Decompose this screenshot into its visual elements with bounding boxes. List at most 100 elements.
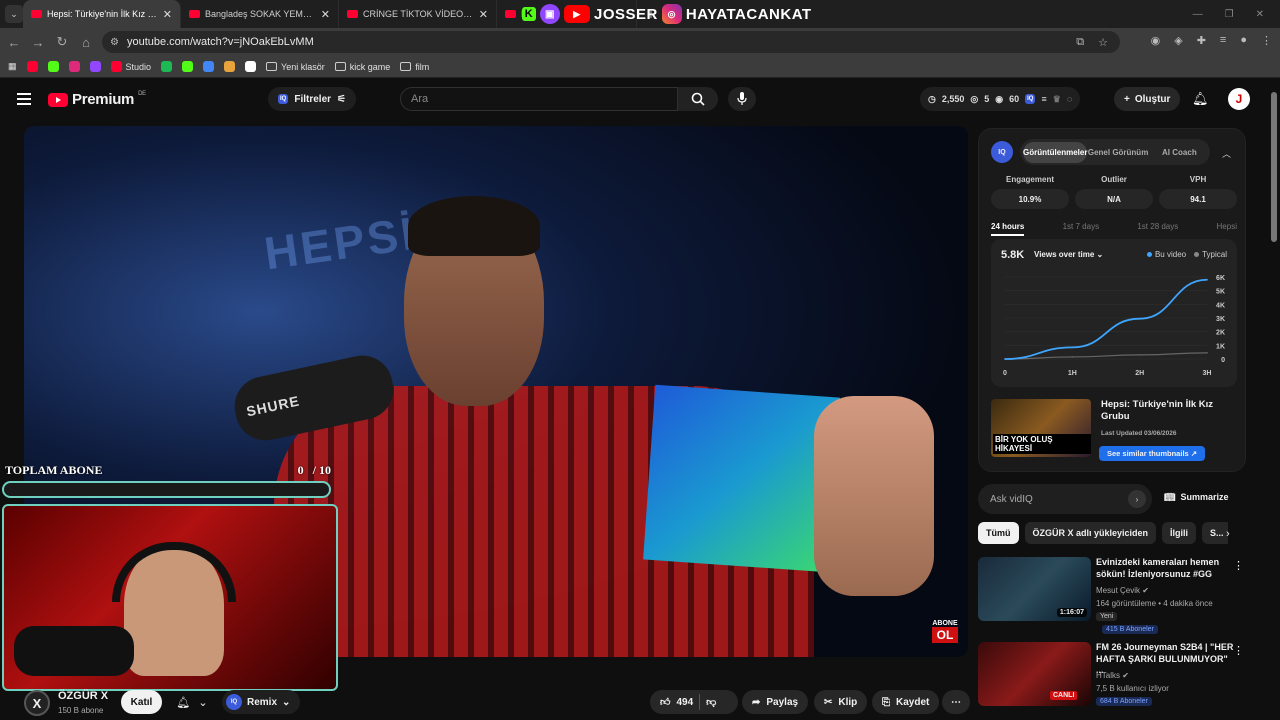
channel-name[interactable]: HTalks ✔ [1096,671,1129,680]
search-input[interactable]: Ara [400,87,678,111]
bookmark-folder[interactable]: kick game [334,62,390,72]
youtube-premium-logo[interactable]: Premium DE [48,91,146,108]
more-vert-icon[interactable]: ⋮ [1233,644,1244,657]
remix-button[interactable]: IQ Remix ⌄ [222,690,301,714]
bookmark-item[interactable] [161,61,173,72]
period-7d[interactable]: 1st 7 days [1063,222,1099,236]
search-button[interactable] [678,87,718,111]
chip-more[interactable]: S... [1202,522,1228,544]
close-tab-icon[interactable]: ✕ [163,8,172,21]
close-tab-icon[interactable]: ✕ [321,8,330,21]
video-title[interactable]: Evinizdeki kameraları hemen sökün! İzlen… [1096,557,1236,580]
more-vert-icon[interactable]: ⋮ [1233,559,1244,572]
notifications-bell-icon[interactable]: 🔔︎ [1192,91,1209,107]
bookmark-item[interactable] [224,61,236,72]
clock-icon: ◷ [928,93,936,104]
summarize-button[interactable]: 📖︎ Summarize [1164,492,1228,503]
search-placeholder: Ara [411,93,429,105]
bookmark-item[interactable] [89,61,101,72]
bookmark-item[interactable] [26,61,38,72]
like-dislike-group: 👍︎ 494 👎︎ [650,690,738,714]
list-item[interactable]: CANLI FM 26 Journeyman S2B4 | "HER HAFTA… [978,642,1248,720]
forward-icon[interactable]: → [26,35,50,50]
share-icon: ➦ [752,696,761,708]
account-avatar[interactable]: J [1228,88,1250,110]
data-point [1004,358,1006,360]
page-scrollbar[interactable] [1271,92,1277,242]
extension-icon[interactable]: ◉ [1151,34,1161,47]
period-24h[interactable]: 24 hours [991,222,1025,236]
browser-tab[interactable]: Hepsi: Türkiye'nin İlk Kız Grubu ✕ [23,0,181,28]
channel-name[interactable]: Mesut Çevik ✔ [1096,586,1149,595]
like-count[interactable]: 494 [676,697,693,708]
channel-name[interactable]: ÖZGÜR X [58,690,108,702]
create-button[interactable]: + Oluştur [1114,87,1181,111]
extension-icon[interactable]: ◈ [1174,34,1182,47]
see-similar-thumbnails-button[interactable]: See similar thumbnails ↗ [1099,446,1206,461]
reading-list-icon[interactable]: ≡ [1220,34,1226,47]
save-button[interactable]: ⎘ Kaydet [872,690,940,714]
chip-from-uploader[interactable]: ÖZGÜR X adlı yükleyiciden [1024,522,1157,544]
menu-icon[interactable]: ⋮ [1261,34,1272,47]
collapse-chevron-icon[interactable]: ︿ [1222,147,1231,160]
y-tick-label: 6K [1216,275,1225,282]
bookmark-item[interactable] [245,61,257,72]
bookmark-folder[interactable]: film [400,62,429,72]
voice-search-button[interactable] [728,87,756,111]
video-thumbnail[interactable]: BİR YOK OLUŞ HİKAYESİ [991,399,1091,457]
bookmark-item[interactable] [68,61,80,72]
chip-all[interactable]: Tümü [978,522,1019,544]
painting-card [643,384,840,573]
reload-icon[interactable]: ↻ [50,34,74,50]
close-tab-icon[interactable]: ✕ [479,8,488,21]
video-thumbnail[interactable]: 1:16:07 [978,557,1091,621]
bookmark-item[interactable] [182,61,194,72]
tab-title: Bangladeş SOKAK YEMEKLERİN... [205,9,317,19]
period-28d[interactable]: 1st 28 days [1137,222,1178,236]
apps-icon[interactable]: ▦ [8,61,17,72]
bookmark-star-icon[interactable]: ☆ [1098,36,1108,49]
metric-outlier: Outlier N/A [1075,175,1153,209]
profile-icon[interactable]: ● [1240,34,1247,47]
join-button[interactable]: Katıl [121,690,162,714]
bookmark-folder[interactable]: Yeni klasör [266,62,325,72]
minimize-icon[interactable]: — [1193,9,1203,20]
list-item[interactable]: 1:16:07 Evinizdeki kameraları hemen sökü… [978,557,1248,635]
send-arrow-icon[interactable]: › [1128,490,1146,508]
chip-related[interactable]: İlgili [1162,522,1197,544]
maximize-icon[interactable]: ❐ [1225,9,1234,20]
channel-avatar[interactable]: X [24,690,50,716]
home-icon[interactable]: ⌂ [74,35,98,50]
menu-hamburger-icon[interactable] [17,93,31,108]
tab-ai-coach[interactable]: AI Coach [1149,148,1210,157]
video-thumbnail[interactable]: CANLI [978,642,1091,706]
tab-overview[interactable]: Genel Görünüm [1087,148,1148,157]
dislike-icon[interactable]: 👎︎ [706,696,716,708]
vidiq-stats-pill[interactable]: ◷ 2,550 ◎ 5 ◉ 60 IQ ≡ ♛ ◌ [920,87,1081,111]
metric-label: Outlier [1101,175,1127,184]
subscription-bell-button[interactable]: 🔔︎ ⌄ [168,690,216,714]
bookmark-item[interactable]: Studio [110,61,151,72]
browser-tab[interactable]: CRİNGE TİKTOK VİDEOLARI #2... ✕ [339,0,497,28]
ask-vidiq-input[interactable]: Ask vidIQ › [978,484,1152,514]
share-button[interactable]: ➦ Paylaş [742,690,809,714]
site-info-icon[interactable]: ⚙ [110,37,119,48]
metric-label: Engagement [1005,175,1054,184]
address-bar[interactable]: ⚙ youtube.com/watch?v=jNOakEbLvMM ⧉ ☆ [102,31,1120,53]
period-all[interactable]: Hepsi [1217,222,1237,236]
bookmark-item[interactable] [47,61,59,72]
filters-button[interactable]: IQ Filtreler ⚟ [268,87,356,111]
back-icon[interactable]: ← [2,35,26,50]
trophy-icon: ♛ [1052,93,1061,104]
like-icon[interactable]: 👍︎ [660,696,670,708]
bookmark-item[interactable] [203,61,215,72]
browser-tab[interactable]: Bangladeş SOKAK YEMEKLERİN... ✕ [181,0,339,28]
puzzle-icon[interactable]: ✚ [1197,34,1206,47]
more-actions-button[interactable]: ⋯ [942,690,970,714]
clip-button[interactable]: ✂ Klip [814,690,868,714]
chevron-right-icon[interactable]: › [1226,528,1230,540]
close-window-icon[interactable]: ✕ [1256,9,1264,20]
tab-views[interactable]: Görüntülenmeler [1023,141,1088,163]
tab-search-button[interactable]: ⌄ [5,5,23,23]
cast-icon[interactable]: ⧉ [1076,36,1084,49]
